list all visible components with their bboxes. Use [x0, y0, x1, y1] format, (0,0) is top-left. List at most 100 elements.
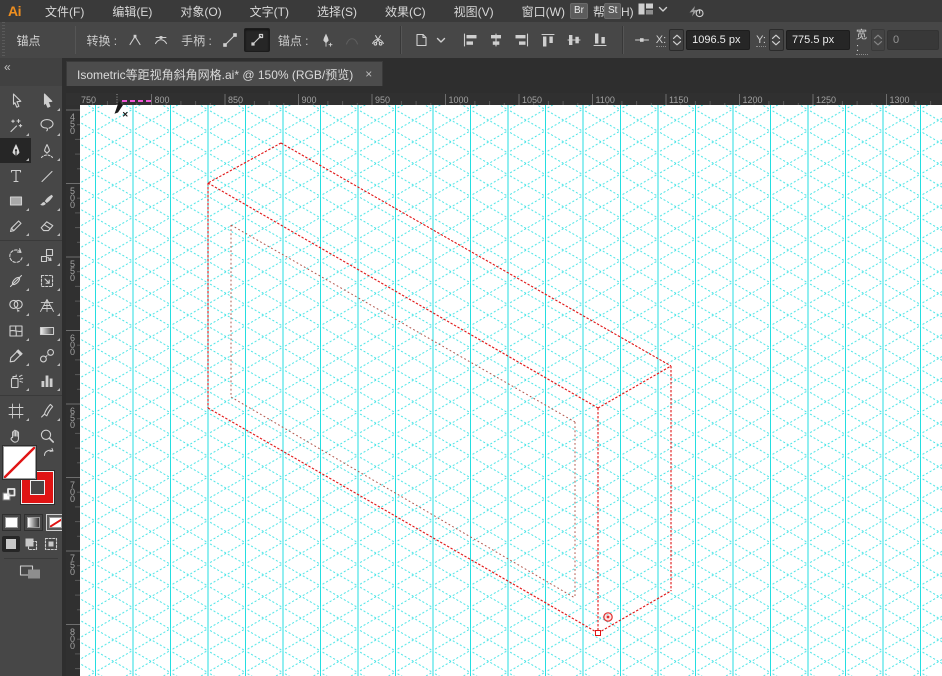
anchor-option-groups: 转换 : 手柄 : 锚点 : [82, 28, 394, 52]
y-label[interactable]: Y: [756, 34, 766, 47]
handles-show-icon[interactable] [218, 29, 242, 51]
document-setup-group[interactable] [412, 29, 450, 51]
svg-text:900: 900 [302, 95, 317, 105]
tab-close-icon[interactable]: × [365, 68, 372, 80]
convert-corner-icon[interactable] [123, 29, 147, 51]
menu-item-5[interactable]: 效果(C) [371, 0, 440, 23]
rectangle-tool[interactable] [0, 188, 31, 213]
svg-text:1250: 1250 [816, 95, 836, 105]
menu-item-6[interactable]: 视图(V) [440, 0, 508, 23]
svg-text:1300: 1300 [890, 95, 910, 105]
anchor-point-line-icon[interactable] [630, 29, 652, 51]
x-label[interactable]: X: [655, 34, 667, 47]
column-graph-tool[interactable] [31, 368, 62, 393]
bridge-button[interactable]: Br [570, 3, 588, 19]
magic-wand-tool[interactable] [0, 113, 31, 138]
svg-text:950: 950 [375, 95, 390, 105]
align-left-icon[interactable] [458, 29, 482, 51]
gradient-tool[interactable] [31, 318, 62, 343]
default-fill-stroke-icon[interactable] [2, 488, 16, 507]
paintbrush-tool[interactable] [31, 188, 62, 213]
svg-text:1150: 1150 [669, 95, 688, 105]
left-ruler-label: 6 0 0 [70, 332, 76, 357]
align-middle-v-icon[interactable] [562, 29, 586, 51]
draw-normal-icon[interactable] [2, 536, 20, 552]
none-slash-icon [3, 446, 36, 479]
workspace-switcher[interactable] [637, 1, 671, 22]
type-tool[interactable] [0, 163, 31, 188]
swap-fill-stroke-icon[interactable] [42, 446, 56, 465]
blend-tool[interactable] [31, 343, 62, 368]
free-transform-tool[interactable] [31, 268, 62, 293]
x-input[interactable]: 1096.5 px [686, 30, 751, 50]
convert-smooth-icon[interactable] [149, 29, 173, 51]
align-top-icon[interactable] [536, 29, 560, 51]
gpu-performance-icon[interactable] [687, 3, 705, 19]
pen-add-anchor-icon[interactable] [314, 29, 338, 51]
rotate-tool[interactable] [0, 243, 31, 268]
line-segment-tool[interactable] [31, 163, 62, 188]
document-tab[interactable]: Isometric等距视角斜角网格.ai* @ 150% (RGB/预览) × [66, 61, 384, 86]
handles-hide-icon[interactable] [243, 28, 270, 52]
color-button[interactable] [2, 514, 21, 531]
color-swatch [5, 517, 18, 528]
flyout-corner [26, 418, 29, 421]
menu-item-2[interactable]: 对象(O) [166, 0, 235, 23]
scale-tool[interactable] [31, 243, 62, 268]
perspective-grid-tool[interactable] [31, 293, 62, 318]
eyedropper-tool[interactable] [0, 343, 31, 368]
gradient-button[interactable] [24, 514, 43, 531]
y-stepper[interactable] [768, 29, 784, 51]
style-button[interactable]: St [604, 3, 622, 19]
tools-divider [0, 240, 62, 241]
mesh-tool[interactable] [0, 318, 31, 343]
cut-path-icon[interactable] [366, 29, 390, 51]
y-field: Y: 775.5 px [756, 29, 850, 51]
menu-item-3[interactable]: 文字(T) [236, 0, 303, 23]
align-center-h-icon[interactable] [484, 29, 508, 51]
eraser-tool[interactable] [31, 213, 62, 238]
menu-item-4[interactable]: 选择(S) [303, 0, 371, 23]
svg-text:750: 750 [81, 95, 96, 105]
align-bottom-icon[interactable] [588, 29, 612, 51]
draw-inside-icon[interactable] [42, 536, 60, 552]
artboard-tool[interactable] [0, 398, 31, 423]
y-input[interactable]: 775.5 px [785, 30, 850, 50]
control-group-0: 转换 : [86, 29, 173, 51]
left-ruler[interactable]: 4 5 0 5 0 0 5 5 0 6 0 0 6 5 0 7 0 0 7 5 0 8 0 0 [66, 105, 81, 676]
direct-selection-tool[interactable] [31, 88, 62, 113]
menu-bar: Ai 文件(F) 编辑(E) 对象(O) 文字(T) 选择(S) 效果(C) 视图(V) 窗口… [0, 0, 942, 23]
menu-item-1[interactable]: 编辑(E) [98, 0, 166, 23]
lasso-tool[interactable] [31, 113, 62, 138]
flyout-corner [26, 233, 29, 236]
menu-item-0[interactable]: 文件(F) [31, 0, 98, 23]
flyout-corner [57, 363, 60, 366]
selection-tool[interactable] [0, 88, 31, 113]
screen-mode-icon[interactable] [19, 562, 43, 585]
artboard-canvas[interactable] [80, 105, 942, 676]
slice-tool[interactable] [31, 398, 62, 423]
shape-builder-tool[interactable] [0, 293, 31, 318]
illustrator-logo[interactable]: Ai [8, 3, 22, 19]
x-stepper[interactable] [669, 29, 685, 51]
pencil-tool[interactable] [0, 213, 31, 238]
curvature-tool[interactable] [31, 138, 62, 163]
width-tool[interactable] [0, 268, 31, 293]
width-label[interactable]: 宽 : [855, 26, 869, 55]
remove-anchor-curve-icon[interactable] [340, 29, 364, 51]
fill-swatch-none[interactable] [3, 446, 36, 479]
draw-behind-icon[interactable] [22, 536, 40, 552]
chevron-down-icon[interactable] [432, 29, 450, 51]
divider [400, 26, 403, 54]
control-group-label: 手柄 : [181, 33, 212, 48]
menu-item-7[interactable]: 窗口(W) [508, 0, 579, 23]
align-right-icon[interactable] [510, 29, 534, 51]
collapse-panel-button[interactable]: « [0, 59, 15, 75]
pen-tool[interactable] [0, 138, 31, 163]
panel-grip[interactable] [0, 22, 7, 58]
symbol-sprayer-tool[interactable] [0, 368, 31, 393]
document-setup-icon[interactable] [412, 29, 430, 51]
menu-items: 文件(F) 编辑(E) 对象(O) 文字(T) 选择(S) 效果(C) 视图(V) 窗口(W)… [31, 0, 648, 23]
left-ruler-label: 5 0 0 [70, 185, 76, 210]
tools-grid [0, 86, 62, 448]
